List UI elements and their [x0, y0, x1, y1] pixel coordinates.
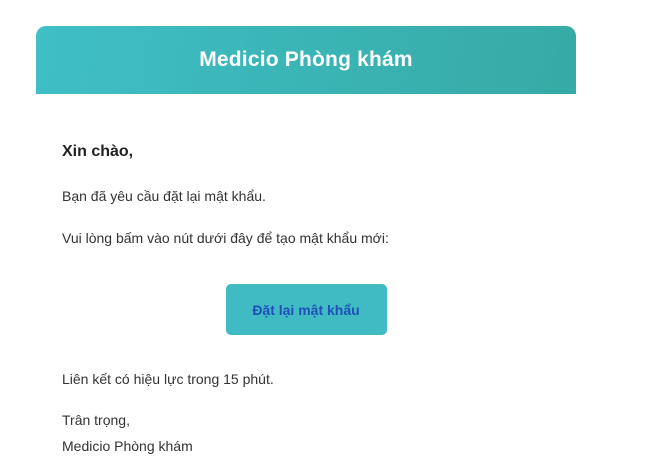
- reset-password-button[interactable]: Đặt lại mật khẩu: [225, 284, 387, 335]
- email-container: Medicio Phòng khám Xin chào, Bạn đã yêu …: [36, 26, 576, 469]
- instruction-text: Vui lòng bấm vào nút dưới đây để tạo mật…: [62, 230, 389, 246]
- expiry-note: Liên kết có hiệu lực trong 15 phút.: [62, 371, 274, 387]
- request-text: Bạn đã yêu cầu đặt lại mật khẩu.: [62, 188, 266, 204]
- cta-wrapper: Đặt lại mật khẩu: [36, 284, 576, 335]
- greeting-text: Xin chào,: [62, 143, 134, 160]
- signoff-text: Trân trọng,: [62, 412, 130, 428]
- header-title: Medicio Phòng khám: [199, 48, 413, 71]
- signature-text: Medicio Phòng khám: [62, 438, 193, 454]
- email-header: Medicio Phòng khám: [36, 26, 576, 94]
